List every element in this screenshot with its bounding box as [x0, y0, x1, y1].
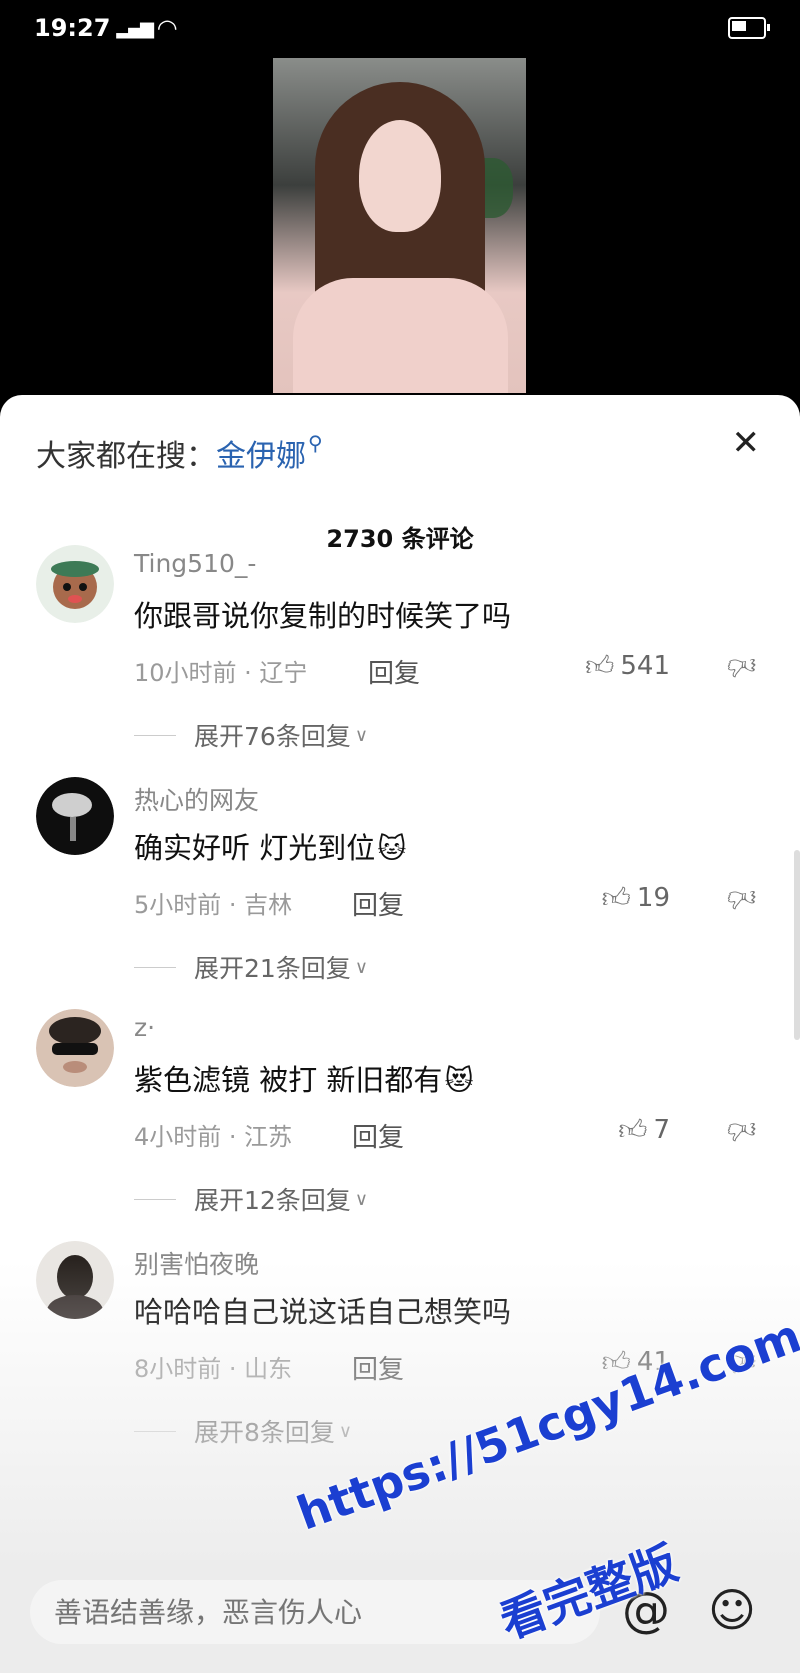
comment-body: 哈哈哈自己说这话自己想笑吗 — [134, 1295, 512, 1329]
expand-replies[interactable]: 展开76条回复 ∨ — [134, 717, 368, 753]
search-hint-label: 大家都在搜： — [36, 439, 216, 474]
search-hint[interactable]: 大家都在搜： 金伊娜 ⚲ — [36, 431, 323, 475]
thumbnail-body — [293, 278, 508, 393]
comment-text: 确实好听 灯光到位🐱 — [134, 825, 406, 867]
comment-item: Ting510_- 你跟哥说你复制的时候笑了吗 10小时前 · 辽宁 回复 👍︎… — [0, 545, 800, 775]
comment-meta: 4小时前 · 江苏 — [134, 1123, 293, 1151]
avatar[interactable] — [36, 545, 114, 623]
avatar[interactable] — [36, 1241, 114, 1319]
expand-replies[interactable]: 展开21条回复 ∨ — [134, 949, 368, 985]
battery-level — [732, 21, 746, 31]
cat-emoji-icon: 🐱 — [377, 832, 407, 865]
expand-label: 展开8条回复 — [194, 1418, 335, 1447]
thumbs-up-icon: 👍︎ — [585, 649, 615, 682]
comment-meta: 8小时前 · 山东 — [134, 1355, 293, 1383]
thumbs-down-icon[interactable]: 👍︎ — [727, 881, 756, 915]
close-icon[interactable]: ✕ — [732, 423, 761, 463]
thumbs-down-icon[interactable]: 👍︎ — [727, 649, 756, 683]
reply-button[interactable]: 回复 — [352, 885, 404, 922]
expand-label: 展开21条回复 — [194, 954, 351, 983]
comment-item: 热心的网友 确实好听 灯光到位🐱 5小时前 · 吉林 回复 👍︎ 19 👍︎ 展… — [0, 777, 800, 1007]
like-count: 541 — [620, 651, 670, 681]
like-button[interactable]: 👍︎ 7 — [618, 1113, 670, 1147]
search-hint-term[interactable]: 金伊娜 — [216, 431, 306, 475]
avatar[interactable] — [36, 777, 114, 855]
expand-label: 展开12条回复 — [194, 1186, 351, 1215]
comment-text: 哈哈哈自己说这话自己想笑吗 — [134, 1289, 511, 1331]
video-thumbnail[interactable] — [273, 58, 526, 393]
chevron-down-icon: ∨ — [354, 724, 368, 746]
like-button[interactable]: 👍︎ 19 — [602, 881, 670, 915]
comment-text: 紫色滤镜 被打 新旧都有😻 — [134, 1057, 474, 1099]
comment-item: z· 紫色滤镜 被打 新旧都有😻 4小时前 · 江苏 回复 👍︎ 7 👍︎ 展开… — [0, 1009, 800, 1239]
comment-text: 你跟哥说你复制的时候笑了吗 — [134, 593, 511, 635]
expand-replies[interactable]: 展开12条回复 ∨ — [134, 1181, 368, 1217]
thumbs-up-icon: 👍︎ — [618, 1113, 648, 1146]
expand-label: 展开76条回复 — [194, 722, 351, 751]
search-icon: ⚲ — [308, 431, 323, 455]
divider — [134, 734, 176, 736]
signal-icon: ▂▄▆ — [116, 17, 154, 39]
status-time: 19:27 — [34, 14, 111, 42]
username[interactable]: 别害怕夜晚 — [134, 1245, 259, 1281]
status-left: 19:27 ▂▄▆ ◠ — [34, 14, 176, 42]
divider — [134, 966, 176, 968]
thumbs-down-icon[interactable]: 👍︎ — [727, 1113, 756, 1147]
comment-body: 紫色滤镜 被打 新旧都有 — [134, 1063, 443, 1097]
comment-meta: 5小时前 · 吉林 — [134, 891, 293, 919]
wifi-icon: ◠ — [157, 14, 177, 42]
username[interactable]: z· — [134, 1013, 155, 1042]
comment-meta: 10小时前 · 辽宁 — [134, 659, 308, 687]
expand-replies[interactable]: 展开8条回复 ∨ — [134, 1413, 352, 1449]
chevron-down-icon: ∨ — [354, 956, 368, 978]
thumbs-up-icon: 👍︎ — [601, 881, 631, 914]
reply-button[interactable]: 回复 — [352, 1349, 404, 1386]
divider — [134, 1198, 176, 1200]
comment-body: 确实好听 灯光到位 — [134, 831, 376, 865]
like-button[interactable]: 👍︎ 541 — [585, 649, 670, 683]
battery-icon — [728, 17, 770, 39]
like-count: 7 — [653, 1115, 670, 1145]
comment-body: 你跟哥说你复制的时候笑了吗 — [134, 599, 512, 633]
emoji-icon[interactable]: ☺ — [700, 1578, 764, 1642]
chevron-down-icon: ∨ — [338, 1420, 353, 1442]
reply-button[interactable]: 回复 — [368, 653, 420, 690]
username[interactable]: Ting510_- — [134, 549, 256, 578]
divider — [134, 1430, 176, 1432]
like-count: 19 — [636, 883, 670, 913]
heart-eyes-emoji-icon: 😻 — [444, 1064, 474, 1097]
reply-button[interactable]: 回复 — [352, 1117, 404, 1154]
thumbnail-face — [359, 120, 441, 232]
username[interactable]: 热心的网友 — [134, 781, 259, 817]
status-bar: 19:27 ▂▄▆ ◠ — [0, 0, 800, 56]
avatar[interactable] — [36, 1009, 114, 1087]
chevron-down-icon: ∨ — [354, 1188, 368, 1210]
